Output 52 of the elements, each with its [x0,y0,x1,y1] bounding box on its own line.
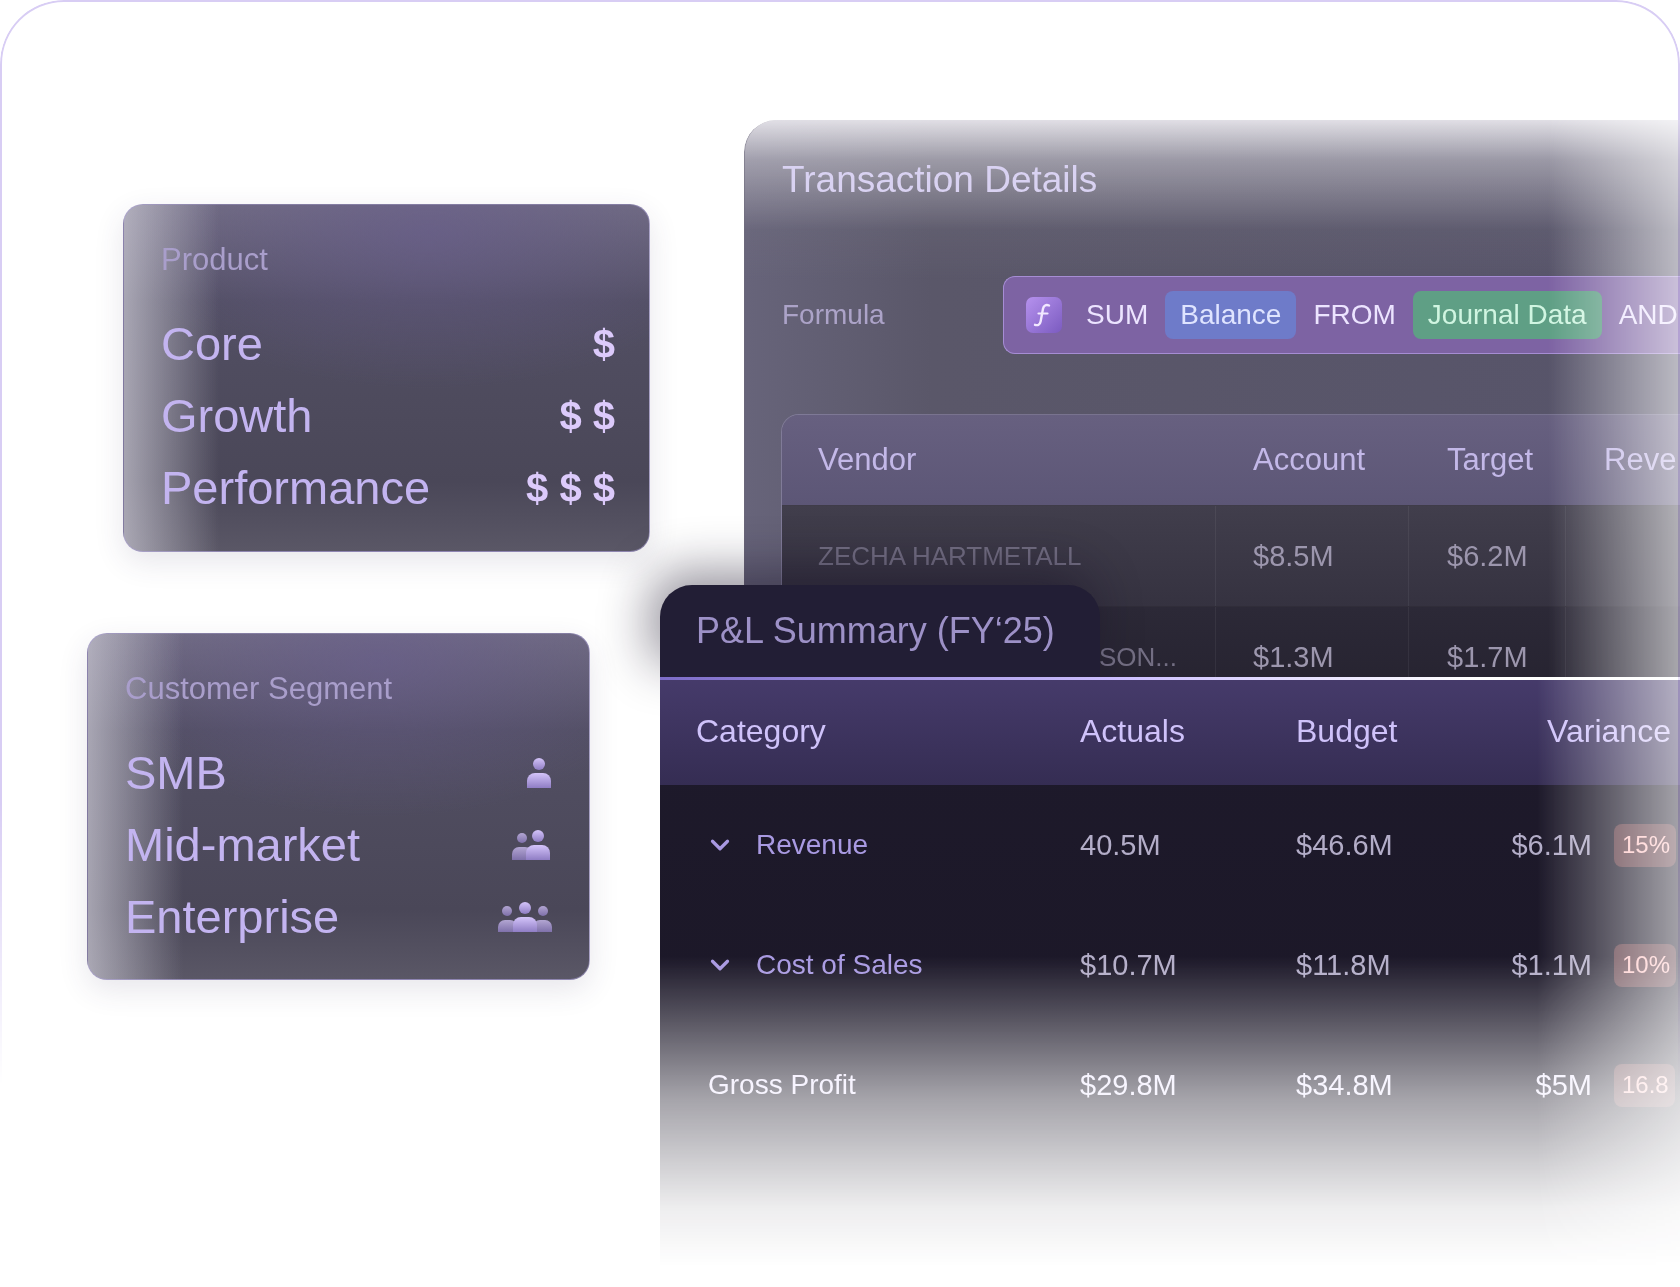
option-label: SMB [125,745,227,801]
formula-keyword: SUM [1086,298,1149,332]
column-header: Vendor [817,441,918,479]
option-label: Mid-market [125,817,361,873]
column-header: Variance [1547,712,1672,750]
table-cell: $6.1M [1511,828,1592,862]
formula-field[interactable]: SUM Balance FROM Journal Data AND [1003,276,1680,354]
card-title: Product [161,242,269,278]
percent-badge: 10% [1614,943,1677,987]
column-header: Actuals [1080,712,1186,750]
table-cell: Revenue [756,828,869,862]
formula-keyword: AND [1618,298,1678,332]
source-chip: Journal Data [1412,291,1602,339]
table-cell-text: SON... [1099,641,1177,674]
percent-badge: 15% [1614,823,1677,867]
group-icon [497,901,553,933]
table-cell: $10.7M [1080,948,1177,982]
table-cell: $1.7M [1447,640,1528,674]
function-icon [1026,297,1062,333]
price-label: $ $ [559,393,615,439]
card-title: Customer Segment [125,671,394,707]
column-header: Category [695,712,827,750]
two-people-icon [511,829,553,861]
field-chip: Balance [1165,291,1297,339]
table-cell: Cost of Sales [756,948,923,982]
price-label: $ [592,321,615,367]
table-cell: $46.6M [1296,828,1393,862]
table-cell: $1.3M [1253,640,1334,674]
column-header: Target [1446,441,1535,479]
table-cell: $1.1M [1511,948,1592,982]
column-header: Budget [1296,712,1399,750]
panel-title: Transaction Details [782,158,1099,202]
table-cell: 40.5M [1080,828,1161,862]
option-label: Core [161,316,263,372]
formula-keyword: FROM [1313,298,1396,332]
option-label: Performance [161,460,431,516]
price-label: $ $ $ [526,465,615,511]
table-cell: $29.8M [1080,1068,1177,1102]
option-label: Enterprise [125,889,340,945]
column-header: Reve [1603,441,1678,479]
field-label: Formula [782,298,886,332]
panel-title: P&L Summary (FY‘25) [696,609,1055,653]
table-cell-text: ZECHA HARTMETALL [818,540,1082,573]
table-cell: $5M [1535,1068,1592,1102]
table-cell: $11.8M [1296,948,1391,982]
person-icon [525,757,553,789]
column-header: Account [1252,441,1366,479]
option-label: Growth [161,388,313,444]
table-cell: $6.2M [1447,539,1528,573]
table-cell: $34.8M [1296,1068,1393,1102]
table-cell: $8.5M [1253,539,1334,573]
table-cell: Gross Profit [708,1068,856,1102]
